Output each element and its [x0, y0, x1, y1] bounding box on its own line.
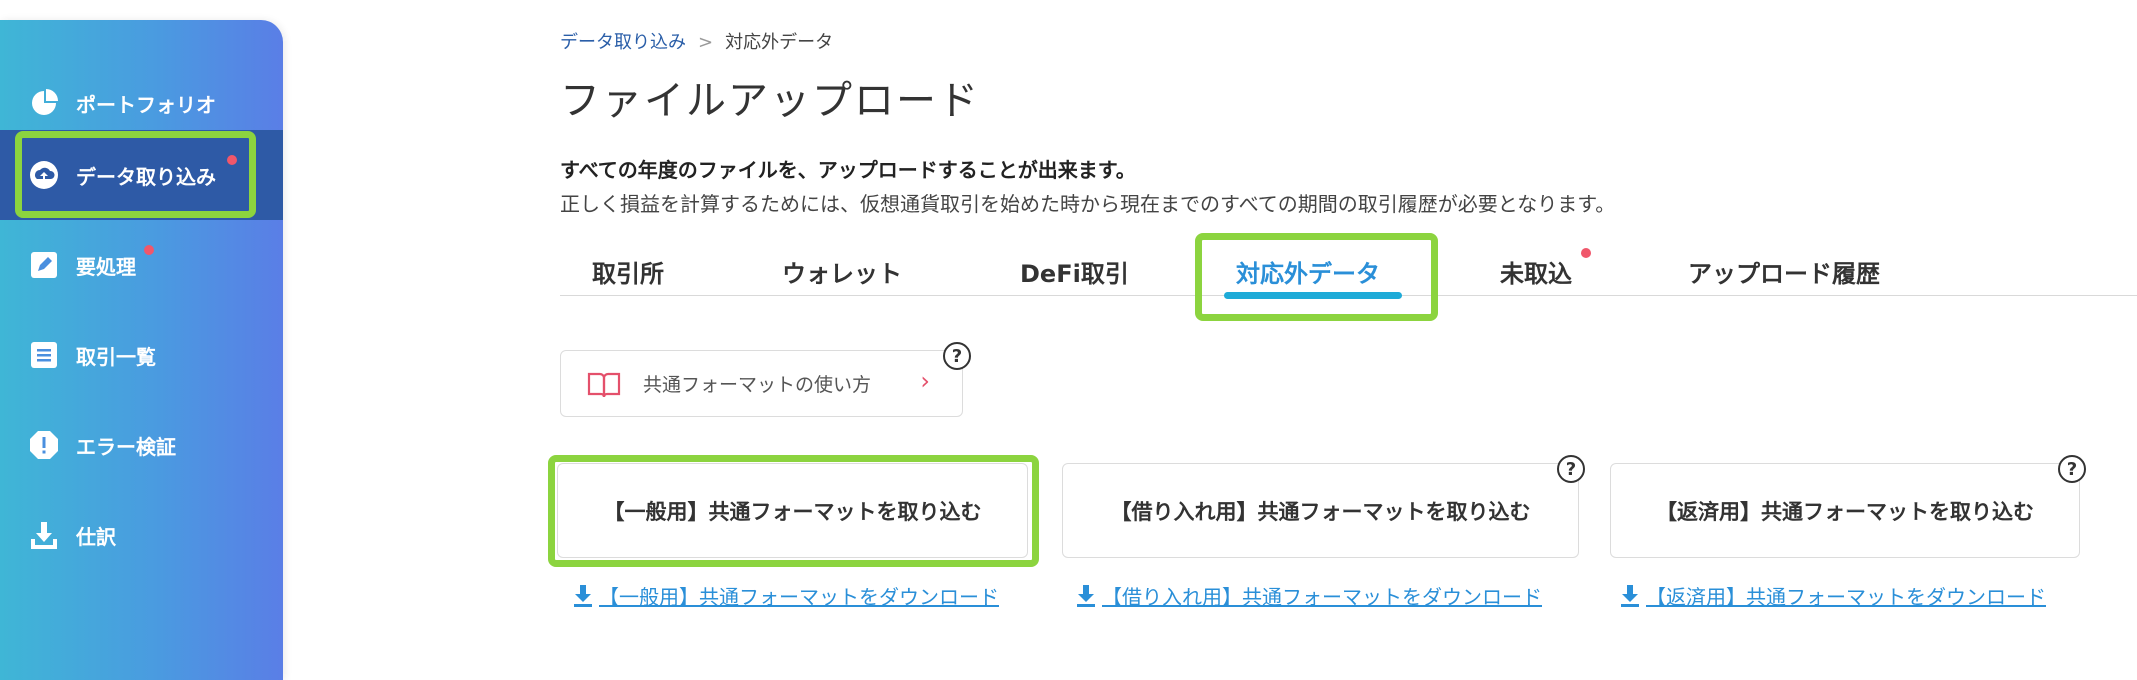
page-description-bold: すべての年度のファイルを、アップロードすることが出来ます。 — [560, 158, 1136, 182]
tab-exchange[interactable]: 取引所 — [592, 254, 664, 289]
download-icon — [1620, 584, 1640, 608]
download-repay-label: 【返済用】共通フォーマットをダウンロード — [1646, 585, 2046, 609]
tab-defi[interactable]: DeFi取引 — [1020, 254, 1129, 289]
sidebar-item-label: エラー検証 — [76, 434, 176, 459]
breadcrumb: データ取り込み > 対応外データ — [560, 28, 833, 54]
tab-unsupported-data[interactable]: 対応外データ — [1236, 254, 1380, 289]
tab-upload-history[interactable]: アップロード履歴 — [1688, 254, 1880, 289]
sidebar-item-transactions[interactable]: 取引一覧 — [0, 310, 283, 400]
format-guide-button[interactable]: 共通フォーマットの使い方 › — [560, 350, 963, 417]
download-icon — [28, 519, 60, 551]
sidebar-item-to-process[interactable]: 要処理 — [0, 220, 283, 310]
import-general-button[interactable]: 【一般用】共通フォーマットを取り込む — [557, 463, 1028, 558]
book-icon — [587, 371, 621, 403]
import-borrow-button[interactable]: 【借り入れ用】共通フォーマットを取り込む — [1062, 463, 1579, 558]
help-icon[interactable]: ? — [1557, 455, 1585, 483]
download-general-label: 【一般用】共通フォーマットをダウンロード — [599, 585, 999, 609]
download-icon — [1076, 584, 1096, 608]
sidebar-item-error-check[interactable]: エラー検証 — [0, 400, 283, 490]
tab-wallet[interactable]: ウォレット — [782, 254, 902, 289]
sidebar-item-label: データ取り込み — [76, 164, 216, 189]
import-repay-button[interactable]: 【返済用】共通フォーマットを取り込む — [1610, 463, 2080, 558]
breadcrumb-link[interactable]: データ取り込み — [560, 32, 686, 53]
list-icon — [28, 339, 60, 371]
chevron-right-icon: › — [920, 367, 930, 395]
download-icon — [573, 584, 593, 608]
pie-chart-icon — [28, 87, 60, 119]
help-icon[interactable]: ? — [943, 342, 971, 370]
notification-badge — [144, 245, 154, 255]
notification-badge — [227, 155, 237, 165]
sidebar-item-label: 要処理 — [76, 254, 136, 279]
tab-not-imported[interactable]: 未取込 — [1500, 254, 1572, 289]
sidebar: ポートフォリオ データ取り込み 要処理 取引一覧 エラー検証 仕訳 — [0, 20, 283, 680]
breadcrumb-separator: > — [698, 32, 714, 53]
download-general-link[interactable]: 【一般用】共通フォーマットをダウンロード — [573, 581, 999, 610]
notification-badge — [1581, 248, 1591, 258]
sidebar-item-label: ポートフォリオ — [76, 92, 216, 117]
sidebar-item-data-import[interactable]: データ取り込み — [0, 130, 283, 220]
page-title: ファイルアップロード — [560, 78, 980, 124]
edit-icon — [28, 249, 60, 281]
breadcrumb-current: 対応外データ — [725, 32, 834, 53]
download-borrow-label: 【借り入れ用】共通フォーマットをダウンロード — [1102, 585, 1542, 609]
active-tab-indicator — [1224, 292, 1402, 299]
cloud-upload-icon — [28, 159, 60, 191]
sidebar-item-label: 取引一覧 — [76, 344, 156, 369]
format-guide-label: 共通フォーマットの使い方 — [643, 374, 872, 396]
page-description: 正しく損益を計算するためには、仮想通貨取引を始めた時から現在までのすべての期間の… — [560, 192, 1616, 216]
alert-icon — [28, 429, 60, 461]
sidebar-item-label: 仕訳 — [76, 524, 116, 549]
download-borrow-link[interactable]: 【借り入れ用】共通フォーマットをダウンロード — [1076, 581, 1542, 610]
download-repay-link[interactable]: 【返済用】共通フォーマットをダウンロード — [1620, 581, 2046, 610]
sidebar-item-journal[interactable]: 仕訳 — [0, 490, 283, 580]
help-icon[interactable]: ? — [2058, 455, 2086, 483]
